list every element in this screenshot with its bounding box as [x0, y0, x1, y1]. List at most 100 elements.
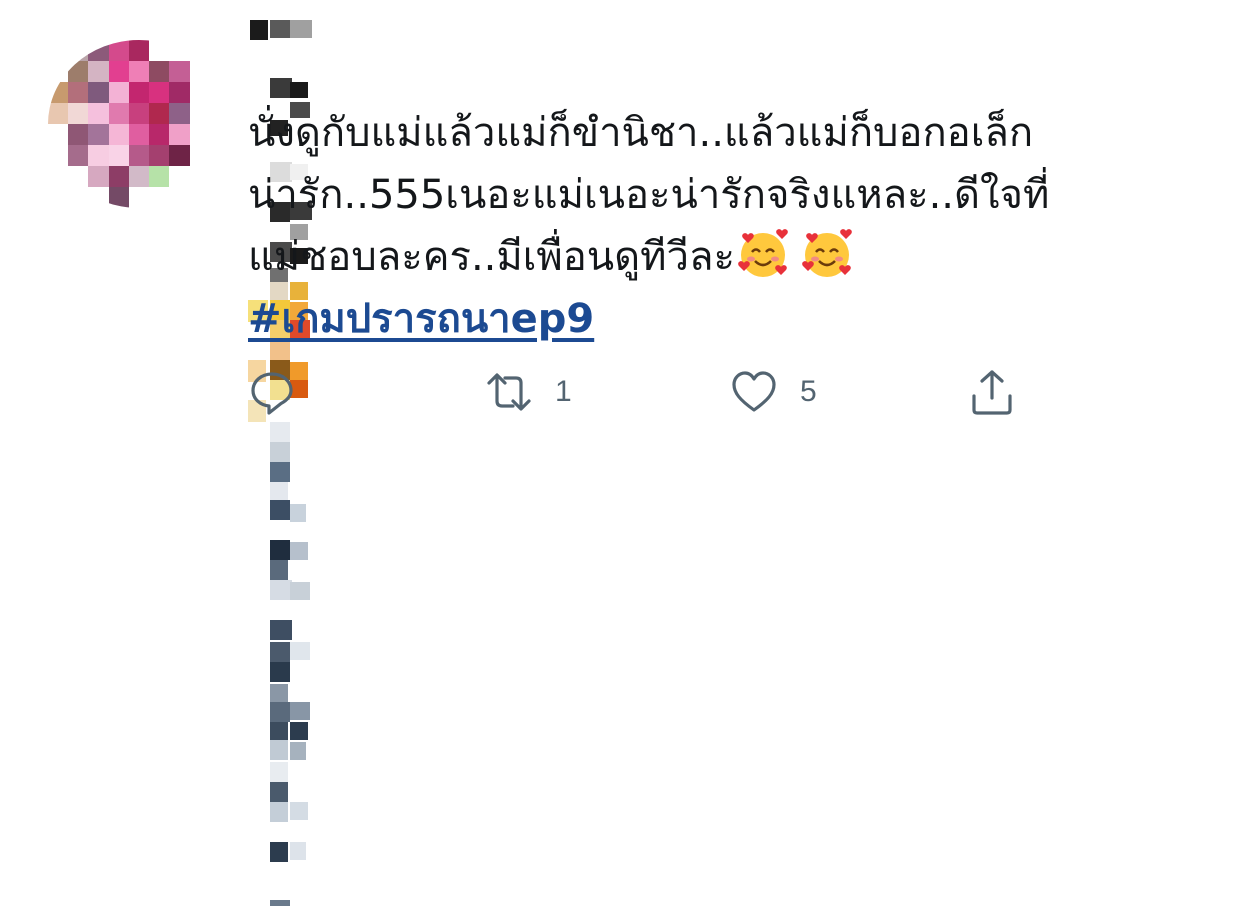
name-pixel	[270, 78, 292, 98]
avatar-pixel	[88, 187, 109, 208]
name-pixel	[290, 642, 310, 660]
avatar-pixel	[108, 187, 129, 208]
avatar-pixel	[169, 166, 190, 187]
name-pixel	[290, 504, 306, 522]
avatar-pixel	[149, 82, 170, 103]
tweet: นั่งดูกับแม่แล้วแม่ก็ขำนิชา..แล้วแม่ก็บอ…	[0, 0, 1242, 906]
name-pixel	[270, 560, 288, 580]
tweet-text: นั่งดูกับแม่แล้วแม่ก็ขำนิชา..แล้วแม่ก็บอ…	[248, 102, 1188, 288]
name-pixel	[270, 702, 290, 722]
avatar-pixel	[169, 40, 190, 61]
retweet-button[interactable]: 1	[485, 362, 572, 422]
name-pixel	[270, 802, 288, 822]
hashtag-link[interactable]: #เกมปรารถนาep9	[248, 290, 594, 348]
avatar-pixel	[149, 61, 170, 82]
name-pixel	[270, 740, 288, 760]
avatar-pixel	[128, 103, 150, 124]
avatar-pixel	[169, 145, 190, 166]
like-count: 5	[800, 375, 817, 408]
avatar-pixel	[209, 166, 230, 187]
name-pixel	[270, 20, 290, 38]
name-pixel	[270, 540, 290, 560]
share-button[interactable]	[968, 362, 1016, 422]
tweet-text-line: นั่งดูกับแม่แล้วแม่ก็ขำนิชา..แล้วแม่ก็บอ…	[248, 110, 1034, 156]
name-pixel	[270, 500, 290, 520]
avatar-pixel	[108, 40, 129, 61]
avatar-pixel	[88, 145, 109, 166]
avatar-pixel	[108, 61, 129, 82]
avatar-pixel	[189, 61, 210, 82]
avatar-pixel	[169, 187, 190, 208]
avatar-pixel	[68, 103, 89, 124]
avatar-pixel	[149, 103, 170, 124]
smiling-face-with-hearts-icon	[802, 229, 852, 277]
name-pixel	[270, 842, 288, 862]
name-pixel	[270, 422, 290, 442]
smiling-face-with-hearts-icon	[738, 229, 788, 277]
avatar-pixel	[209, 187, 230, 208]
avatar-pixel	[48, 103, 69, 124]
retweet-count: 1	[555, 375, 572, 408]
reply-button[interactable]	[248, 362, 296, 422]
name-pixel	[290, 20, 312, 38]
avatar-pixel	[209, 124, 230, 145]
avatar-pixel	[209, 82, 230, 103]
avatar-pixel	[149, 166, 170, 187]
avatar-pixel	[189, 124, 210, 145]
reply-icon	[251, 372, 293, 415]
name-pixel	[270, 620, 292, 640]
avatar-pixel	[128, 166, 150, 187]
avatar-pixel	[149, 145, 170, 166]
avatar-pixel	[169, 124, 190, 145]
avatar-pixel	[68, 124, 89, 145]
name-pixel	[290, 802, 308, 820]
name-pixel	[290, 542, 308, 560]
avatar-pixel	[209, 103, 230, 124]
name-pixel	[270, 580, 292, 600]
share-icon	[972, 370, 1012, 415]
avatar-pixel	[48, 145, 69, 166]
avatar-pixel	[128, 40, 150, 61]
avatar-pixel	[128, 82, 150, 103]
name-pixel	[250, 20, 268, 40]
avatar-pixel	[68, 82, 89, 103]
avatar-pixel	[108, 145, 129, 166]
avatar-pixel	[169, 82, 190, 103]
name-pixel	[290, 702, 310, 720]
avatar-pixel	[88, 40, 109, 61]
avatar-pixel	[68, 61, 89, 82]
name-pixel	[290, 742, 306, 760]
name-pixel	[270, 662, 290, 682]
name-pixel	[270, 684, 288, 704]
heart-icon	[732, 371, 776, 412]
avatar-pixel	[149, 187, 170, 208]
avatar-pixel	[189, 82, 210, 103]
avatar-pixel	[48, 166, 69, 187]
tweet-text-line: แม่ชอบละคร..มีเพื่อนดูทีวีละ	[248, 226, 1188, 288]
name-pixel	[270, 642, 290, 662]
like-button[interactable]: 5	[730, 362, 817, 422]
avatar[interactable]	[48, 40, 230, 208]
avatar-pixel	[48, 61, 69, 82]
avatar-pixel	[88, 166, 109, 187]
avatar-pixel	[149, 40, 170, 61]
avatar-pixel	[128, 145, 150, 166]
avatar-pixel	[189, 166, 210, 187]
name-pixel	[270, 722, 288, 742]
avatar-pixel	[88, 82, 109, 103]
name-pixel	[270, 482, 288, 502]
name-pixel	[290, 582, 310, 600]
avatar-pixel	[189, 103, 210, 124]
name-pixel	[290, 842, 306, 860]
avatar-pixel	[209, 40, 230, 61]
avatar-pixel	[48, 124, 69, 145]
avatar-pixel	[108, 82, 129, 103]
avatar-pixel	[149, 124, 170, 145]
author-name-censored[interactable]	[248, 20, 1158, 906]
avatar-pixel	[68, 145, 89, 166]
avatar-pixel	[169, 103, 190, 124]
name-pixel	[290, 82, 308, 98]
avatar-pixel	[108, 103, 129, 124]
avatar-pixel	[68, 40, 89, 61]
avatar-pixel	[108, 124, 129, 145]
